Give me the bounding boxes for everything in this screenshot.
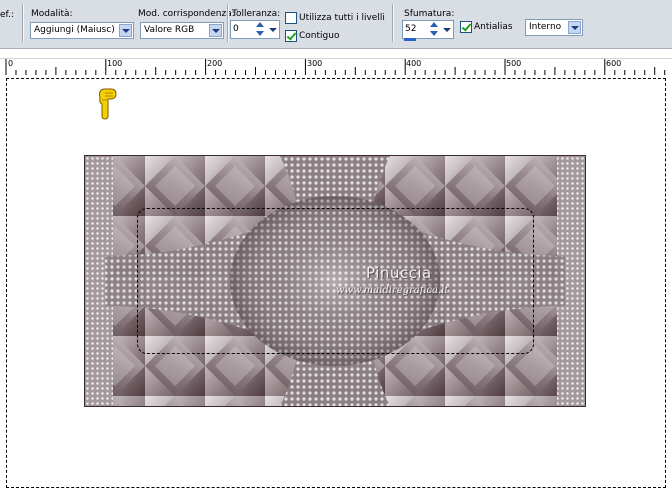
sfumatura-label: Sfumatura: (404, 9, 455, 19)
watermark-title: Pinuccia (366, 264, 432, 282)
antialias-checkbox[interactable] (460, 21, 472, 33)
tolleranza-value: 0 (233, 24, 239, 34)
antialias-label: Antialias (474, 22, 513, 32)
pointing-hand-icon (96, 86, 118, 124)
utilizza-livelli-checkbox[interactable] (285, 12, 297, 24)
tool-options-bar: ef.: Modalità: Aggiungi (Maiusc) Mod. co… (0, 0, 672, 49)
corrispondenza-label: Mod. corrispondenza: (138, 9, 235, 19)
tolleranza-spinbox[interactable]: 0 (230, 20, 280, 39)
watermark-url: www.maidiregrafica.it (336, 285, 449, 296)
ruler-label: 500 (506, 59, 522, 68)
ruler-label: 0 (8, 59, 14, 68)
ruler-label: 400 (406, 59, 422, 68)
modalita-value: Aggiungi (Maiusc) (34, 25, 115, 35)
toolbar-separator (392, 4, 394, 42)
abstract-pattern-image (85, 156, 585, 406)
contiguo-checkbox[interactable] (285, 30, 297, 42)
contiguo-label: Contiguo (299, 31, 340, 41)
ruler-label: 100 (107, 59, 123, 68)
chevron-down-icon[interactable] (442, 23, 452, 36)
utilizza-livelli-label: Utilizza tutti i livelli (299, 13, 385, 23)
ruler-ticks (5, 59, 666, 75)
sfumatura-spinbox[interactable]: 52 (402, 20, 454, 39)
corrispondenza-value: Valore RGB (144, 25, 195, 35)
tolleranza-label: Tolleranza: (232, 9, 281, 19)
toolbar-separator (227, 4, 229, 42)
toolbar-separator (22, 4, 24, 42)
chevron-down-icon[interactable] (119, 24, 132, 37)
spin-arrows-icon[interactable] (256, 22, 267, 37)
truncated-label: ef.: (0, 10, 14, 20)
horizontal-ruler: 0 100 200 300 400 500 600 (0, 58, 672, 76)
interno-select[interactable]: Interno (525, 19, 583, 36)
ruler-label: 300 (307, 59, 323, 68)
interno-value: Interno (529, 22, 562, 32)
modalita-select[interactable]: Aggiungi (Maiusc) (30, 22, 134, 39)
corrispondenza-select[interactable]: Valore RGB (140, 22, 224, 39)
chevron-down-icon[interactable] (268, 23, 278, 36)
modalita-label: Modalità: (31, 9, 73, 19)
document-canvas[interactable]: Pinuccia www.maidiregrafica.it (0, 75, 672, 490)
chevron-down-icon[interactable] (209, 24, 222, 37)
layer-image[interactable] (84, 155, 586, 407)
ruler-label: 200 (207, 59, 223, 68)
ruler-label: 600 (606, 59, 622, 68)
sfumatura-progress-bar (404, 38, 416, 41)
chevron-down-icon[interactable] (568, 21, 581, 34)
spin-arrows-icon[interactable] (430, 22, 441, 37)
sfumatura-value: 52 (405, 24, 417, 34)
